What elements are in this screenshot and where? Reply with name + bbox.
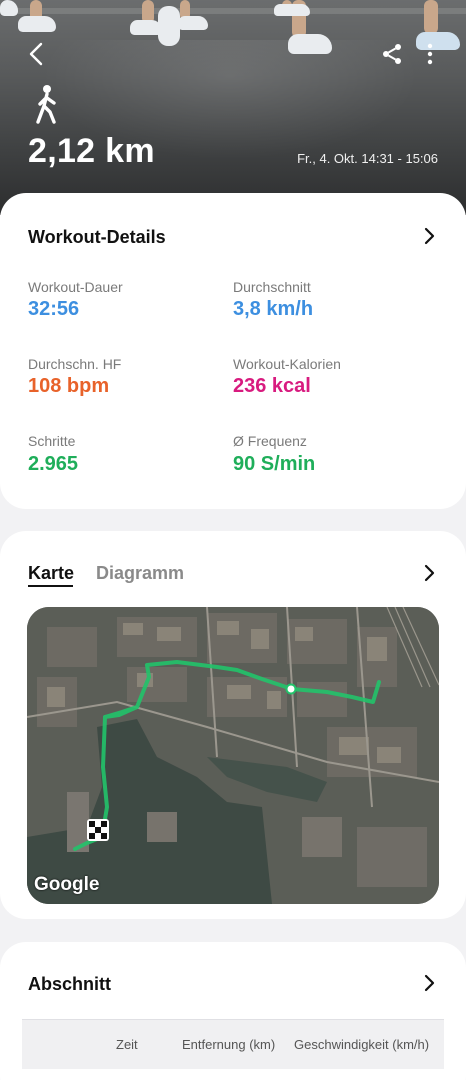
cadence-value: 90 S/min <box>233 453 316 475</box>
workout-details-title[interactable]: Workout-Details <box>28 227 166 248</box>
steps-label: Schritte <box>28 433 76 449</box>
back-arrow-icon[interactable] <box>24 40 52 68</box>
cadence-label: Ø Frequenz <box>233 433 307 449</box>
walk-icon <box>36 85 56 124</box>
column-distance: Entfernung (km) <box>182 1037 276 1052</box>
workout-date-time: Fr., 4. Okt. 14:31 - 15:06 <box>297 151 438 166</box>
more-icon[interactable] <box>420 42 440 66</box>
chevron-right-icon[interactable] <box>422 974 436 992</box>
duration-value: 32:56 <box>28 298 80 320</box>
route-map[interactable] <box>27 607 439 904</box>
tab-map[interactable]: Karte <box>28 563 74 584</box>
column-speed: Geschwindigkeit (km/h) <box>294 1037 430 1052</box>
lap-title[interactable]: Abschnitt <box>28 974 111 995</box>
distance-value: 2,12 km <box>28 132 155 170</box>
calories-value: 236 kcal <box>233 375 311 397</box>
duration-label: Workout-Dauer <box>28 279 123 295</box>
steps-value: 2.965 <box>28 453 79 475</box>
avg-hr-label: Durchschn. HF <box>28 356 122 372</box>
chevron-right-icon[interactable] <box>422 227 436 245</box>
calories-label: Workout-Kalorien <box>233 356 341 372</box>
satellite-map-image <box>27 607 439 904</box>
share-icon[interactable] <box>380 42 404 66</box>
header-photo <box>0 0 466 215</box>
google-logo: Google <box>34 874 100 895</box>
tab-map-indicator <box>28 585 73 587</box>
chevron-right-icon[interactable] <box>422 564 436 582</box>
column-time: Zeit <box>116 1037 138 1052</box>
avg-speed-value: 3,8 km/h <box>233 298 314 320</box>
avg-hr-value: 108 bpm <box>28 375 110 397</box>
avg-speed-label: Durchschnitt <box>233 279 311 295</box>
tab-chart[interactable]: Diagramm <box>96 563 184 584</box>
